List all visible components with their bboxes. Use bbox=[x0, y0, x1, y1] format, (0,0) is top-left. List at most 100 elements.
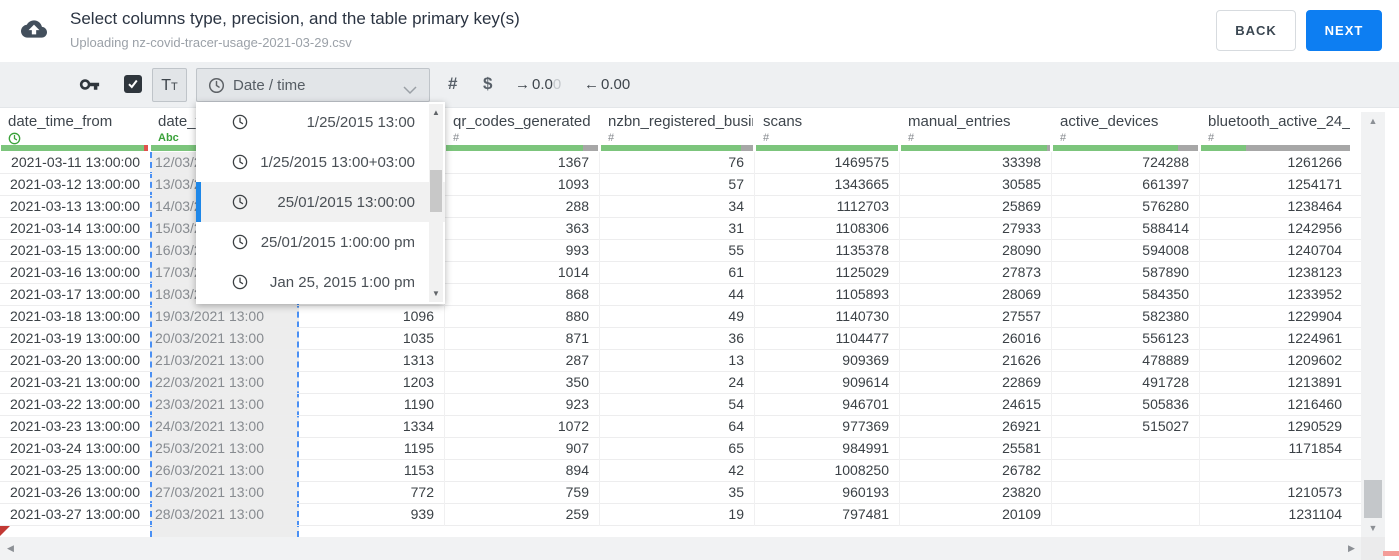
cell[interactable]: 1014 bbox=[445, 262, 600, 284]
format-option[interactable]: Jan 25, 2015 1:00 pm bbox=[196, 262, 445, 302]
decrease-precision-button[interactable]: ← 0.00 bbox=[584, 76, 630, 93]
cell[interactable]: 1261266 bbox=[1200, 152, 1352, 174]
cell[interactable]: 1216460 bbox=[1200, 394, 1352, 416]
cell[interactable]: 2021-03-22 13:00:00 bbox=[0, 394, 150, 416]
cell[interactable]: 24/03/2021 13:00 bbox=[150, 416, 299, 438]
cell[interactable]: 19 bbox=[600, 504, 755, 526]
cell[interactable]: 909614 bbox=[755, 372, 900, 394]
cell[interactable]: 587890 bbox=[1052, 262, 1200, 284]
cell[interactable]: 65 bbox=[600, 438, 755, 460]
cell[interactable]: 588414 bbox=[1052, 218, 1200, 240]
cell[interactable]: 76 bbox=[600, 152, 755, 174]
cell[interactable]: 22869 bbox=[900, 372, 1052, 394]
cell[interactable]: 1190 bbox=[299, 394, 445, 416]
cell[interactable]: 26016 bbox=[900, 328, 1052, 350]
cell[interactable]: 1210573 bbox=[1200, 482, 1352, 504]
cell[interactable]: 946701 bbox=[755, 394, 900, 416]
cell[interactable]: 1105893 bbox=[755, 284, 900, 306]
cell[interactable]: 20/03/2021 13:00 bbox=[150, 328, 299, 350]
column-header[interactable]: bluetooth_active_24_hr_ # bbox=[1200, 108, 1352, 145]
cell[interactable]: 23/03/2021 13:00 bbox=[150, 394, 299, 416]
format-option[interactable]: 1/25/2015 13:00+03:00 bbox=[196, 142, 445, 182]
cell[interactable]: 594008 bbox=[1052, 240, 1200, 262]
cell[interactable]: 661397 bbox=[1052, 174, 1200, 196]
cell[interactable]: 993 bbox=[445, 240, 600, 262]
number-type-button[interactable]: # bbox=[448, 74, 457, 94]
cell[interactable]: 2021-03-16 13:00:00 bbox=[0, 262, 150, 284]
cell[interactable]: 2021-03-12 13:00:00 bbox=[0, 174, 150, 196]
cell[interactable]: 2021-03-15 13:00:00 bbox=[0, 240, 150, 262]
cell[interactable]: 44 bbox=[600, 284, 755, 306]
cell[interactable]: 55 bbox=[600, 240, 755, 262]
cell[interactable]: 576280 bbox=[1052, 196, 1200, 218]
cell[interactable]: 34 bbox=[600, 196, 755, 218]
cell[interactable]: 1140730 bbox=[755, 306, 900, 328]
cell[interactable]: 1313 bbox=[299, 350, 445, 372]
cell[interactable]: 27557 bbox=[900, 306, 1052, 328]
cell[interactable]: 27/03/2021 13:00 bbox=[150, 482, 299, 504]
currency-type-button[interactable]: $ bbox=[483, 74, 492, 94]
cell[interactable]: 2021-03-25 13:00:00 bbox=[0, 460, 150, 482]
cell[interactable]: 909369 bbox=[755, 350, 900, 372]
column-header[interactable]: manual_entries # bbox=[900, 108, 1052, 145]
cell[interactable]: 1233952 bbox=[1200, 284, 1352, 306]
cell[interactable]: 894 bbox=[445, 460, 600, 482]
cell[interactable]: 23820 bbox=[900, 482, 1052, 504]
format-option[interactable]: 1/25/2015 13:00 bbox=[196, 102, 445, 142]
cell[interactable]: 25581 bbox=[900, 438, 1052, 460]
cell[interactable]: 724288 bbox=[1052, 152, 1200, 174]
cell[interactable] bbox=[1052, 482, 1200, 504]
cell[interactable]: 363 bbox=[445, 218, 600, 240]
cell[interactable]: 939 bbox=[299, 504, 445, 526]
cell[interactable]: 42 bbox=[600, 460, 755, 482]
cell[interactable]: 2021-03-20 13:00:00 bbox=[0, 350, 150, 372]
scroll-down-icon[interactable]: ▼ bbox=[1361, 523, 1385, 533]
cell[interactable]: 350 bbox=[445, 372, 600, 394]
cell[interactable] bbox=[1052, 460, 1200, 482]
cell[interactable]: 31 bbox=[600, 218, 755, 240]
cell[interactable]: 1238123 bbox=[1200, 262, 1352, 284]
cell[interactable]: 1195 bbox=[299, 438, 445, 460]
cell[interactable]: 25/03/2021 13:00 bbox=[150, 438, 299, 460]
cell[interactable]: 1153 bbox=[299, 460, 445, 482]
cell[interactable]: 28/03/2021 13:00 bbox=[150, 504, 299, 526]
cell[interactable]: 2021-03-11 13:00:00 bbox=[0, 152, 150, 174]
cell[interactable]: 1290529 bbox=[1200, 416, 1352, 438]
column-header[interactable]: date_time_from bbox=[0, 108, 150, 145]
cell[interactable]: 907 bbox=[445, 438, 600, 460]
cell[interactable]: 977369 bbox=[755, 416, 900, 438]
cell[interactable]: 1224961 bbox=[1200, 328, 1352, 350]
cell[interactable]: 1334 bbox=[299, 416, 445, 438]
cell[interactable]: 1072 bbox=[445, 416, 600, 438]
cell[interactable]: 24 bbox=[600, 372, 755, 394]
scroll-left-icon[interactable]: ◀ bbox=[7, 543, 14, 554]
cell[interactable]: 20109 bbox=[900, 504, 1052, 526]
cell[interactable]: 1171854 bbox=[1200, 438, 1352, 460]
cell[interactable]: 505836 bbox=[1052, 394, 1200, 416]
cell[interactable]: 35 bbox=[600, 482, 755, 504]
cell[interactable]: 2021-03-14 13:00:00 bbox=[0, 218, 150, 240]
cell[interactable]: 61 bbox=[600, 262, 755, 284]
cell[interactable] bbox=[1200, 460, 1352, 482]
cell[interactable]: 1213891 bbox=[1200, 372, 1352, 394]
cell[interactable]: 2021-03-21 13:00:00 bbox=[0, 372, 150, 394]
cell[interactable]: 287 bbox=[445, 350, 600, 372]
cell[interactable]: 797481 bbox=[755, 504, 900, 526]
cell[interactable]: 24615 bbox=[900, 394, 1052, 416]
cell[interactable]: 21/03/2021 13:00 bbox=[150, 350, 299, 372]
cell[interactable]: 2021-03-13 13:00:00 bbox=[0, 196, 150, 218]
cell[interactable]: 1240704 bbox=[1200, 240, 1352, 262]
cell[interactable]: 984991 bbox=[755, 438, 900, 460]
cell[interactable]: 582380 bbox=[1052, 306, 1200, 328]
cell[interactable]: 2021-03-27 13:00:00 bbox=[0, 504, 150, 526]
cell[interactable]: 13 bbox=[600, 350, 755, 372]
cell[interactable]: 1343665 bbox=[755, 174, 900, 196]
cell[interactable]: 515027 bbox=[1052, 416, 1200, 438]
cell[interactable]: 491728 bbox=[1052, 372, 1200, 394]
cell[interactable]: 1093 bbox=[445, 174, 600, 196]
cell[interactable]: 27873 bbox=[900, 262, 1052, 284]
dropdown-scrollbar[interactable]: ▲ ▼ bbox=[429, 104, 443, 302]
cell[interactable]: 64 bbox=[600, 416, 755, 438]
cell[interactable]: 2021-03-24 13:00:00 bbox=[0, 438, 150, 460]
cell[interactable]: 28069 bbox=[900, 284, 1052, 306]
